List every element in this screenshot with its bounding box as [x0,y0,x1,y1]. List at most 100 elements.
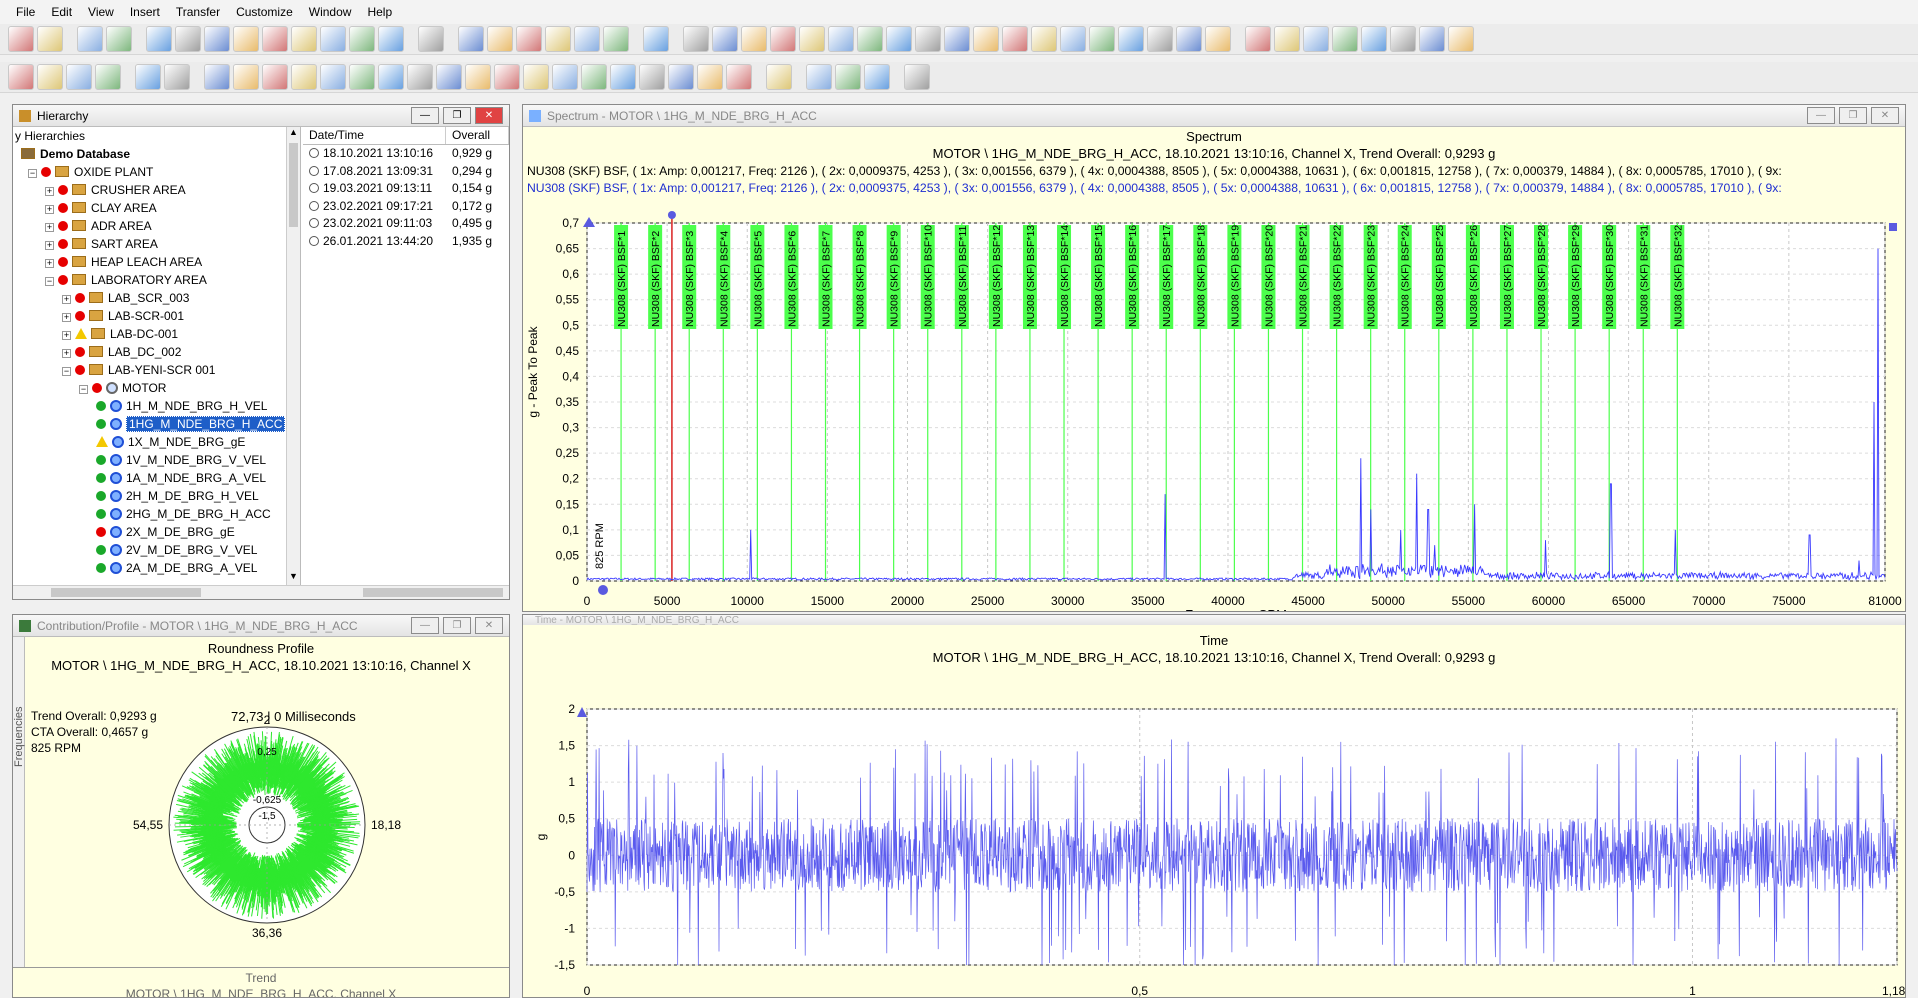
toolbar-button[interactable] [407,64,433,90]
toolbar-button[interactable] [37,64,63,90]
tree-vertical-scrollbar[interactable]: ▲ ▼ [286,127,300,585]
tree-item[interactable]: 2H_M_DE_BRG_H_VEL [13,487,300,505]
expand-toggle-icon[interactable]: + [62,295,71,304]
tree-item[interactable]: 2HG_M_DE_BRG_H_ACC [13,505,300,523]
roundness-plot-area[interactable]: Frequencies Roundness Profile MOTOR \ 1H… [13,637,509,997]
toolbar-button[interactable] [944,26,970,52]
toolbar-button[interactable] [37,26,63,52]
tree-database[interactable]: Demo Database [13,145,300,163]
tree-root[interactable]: y Hierarchies [13,127,300,145]
toolbar-button[interactable] [799,26,825,52]
menu-edit[interactable]: Edit [43,5,80,19]
toolbar-button[interactable] [610,64,636,90]
measurement-row[interactable]: 23.02.2021 09:11:03 0,495 g [303,215,509,233]
toolbar-button[interactable] [1176,26,1202,52]
tree-item[interactable]: + HEAP LEACH AREA [13,253,300,271]
time-plot-area[interactable]: Time MOTOR \ 1HG_M_NDE_BRG_H_ACC, 18.10.2… [523,625,1905,997]
toolbar-button[interactable] [639,64,665,90]
toolbar-button[interactable] [857,26,883,52]
toolbar-button[interactable] [487,26,513,52]
tree-item[interactable]: + LAB-DC-001 [13,325,300,343]
menu-file[interactable]: File [8,5,43,19]
toolbar-button[interactable] [712,26,738,52]
expand-toggle-icon[interactable]: + [62,313,71,322]
toolbar-button[interactable] [378,64,404,90]
toolbar-button[interactable] [1205,26,1231,52]
expand-toggle-icon[interactable]: + [45,241,54,250]
toolbar-button[interactable] [603,26,629,52]
hierarchy-horizontal-scrollbar[interactable] [13,585,509,599]
measurement-row[interactable]: 18.10.2021 13:10:16 0,929 g [303,145,509,163]
menu-help[interactable]: Help [359,5,400,19]
toolbar-button[interactable] [291,26,317,52]
column-datetime[interactable]: Date/Time [303,127,446,144]
tree-item[interactable]: − LAB-YENI-SCR 001 [13,361,300,379]
toolbar-button[interactable] [164,64,190,90]
toolbar-button[interactable] [741,26,767,52]
minimize-button[interactable]: — [411,107,439,124]
tree-item[interactable]: − MOTOR [13,379,300,397]
tree-item[interactable]: − OXIDE PLANT [13,163,300,181]
toolbar-button[interactable] [106,26,132,52]
menu-customize[interactable]: Customize [228,5,301,19]
toolbar-button[interactable] [643,26,669,52]
tree-item[interactable]: + CRUSHER AREA [13,181,300,199]
toolbar-button[interactable] [1448,26,1474,52]
expand-toggle-icon[interactable]: − [79,385,88,394]
toolbar-button[interactable] [494,64,520,90]
toolbar-button[interactable] [66,64,92,90]
toolbar-button[interactable] [835,64,861,90]
menu-transfer[interactable]: Transfer [168,5,228,19]
toolbar-button[interactable] [1419,26,1445,52]
toolbar-button[interactable] [262,26,288,52]
toolbar-button[interactable] [320,64,346,90]
toolbar-button[interactable] [574,26,600,52]
toolbar-button[interactable] [465,64,491,90]
measurement-row[interactable]: 23.02.2021 09:17:21 0,172 g [303,198,509,216]
close-button[interactable]: ✕ [475,107,503,124]
toolbar-button[interactable] [1361,26,1387,52]
restore-button[interactable]: ❐ [443,617,471,634]
expand-toggle-icon[interactable]: + [45,187,54,196]
expand-toggle-icon[interactable]: + [45,205,54,214]
toolbar-button[interactable] [668,64,694,90]
tree-item[interactable]: 2V_M_DE_BRG_V_VEL [13,541,300,559]
measurement-row[interactable]: 19.03.2021 09:13:11 0,154 g [303,180,509,198]
expand-toggle-icon[interactable]: + [62,331,71,340]
toolbar-button[interactable] [1303,26,1329,52]
menu-insert[interactable]: Insert [122,5,168,19]
toolbar-button[interactable] [828,26,854,52]
expand-toggle-icon[interactable]: + [62,349,71,358]
tree-item[interactable]: + LAB-SCR-001 [13,307,300,325]
toolbar-button[interactable] [175,26,201,52]
expand-toggle-icon[interactable]: − [62,367,71,376]
toolbar-button[interactable] [1031,26,1057,52]
toolbar-button[interactable] [95,64,121,90]
toolbar-button[interactable] [726,64,752,90]
toolbar-button[interactable] [378,26,404,52]
toolbar-button[interactable] [204,64,230,90]
toolbar-button[interactable] [915,26,941,52]
toolbar-button[interactable] [552,64,578,90]
toolbar-button[interactable] [233,64,259,90]
toolbar-button[interactable] [1332,26,1358,52]
expand-toggle-icon[interactable]: + [45,259,54,268]
roundness-polar-chart[interactable]: 2 36,36 54,55 18,18 0,25 -0,625 -1,5 [13,637,509,967]
measurement-row[interactable]: 26.01.2021 13:44:20 1,935 g [303,233,509,251]
tree-item[interactable]: 2A_M_DE_BRG_A_VEL [13,559,300,577]
tree-item[interactable]: 1X_M_NDE_BRG_gE [13,433,300,451]
toolbar-button[interactable] [683,26,709,52]
toolbar-button[interactable] [1390,26,1416,52]
spectrum-chart[interactable]: Spectrum MOTOR \ 1HG_M_NDE_BRG_H_ACC, 18.… [523,127,1905,611]
minimize-button[interactable]: — [411,617,439,634]
toolbar-button[interactable] [146,26,172,52]
toolbar-button[interactable] [1245,26,1271,52]
toolbar-button[interactable] [204,26,230,52]
toolbar-button[interactable] [436,64,462,90]
toolbar-button[interactable] [349,64,375,90]
toolbar-button[interactable] [545,26,571,52]
restore-button[interactable]: ❐ [1839,107,1867,124]
tree-item[interactable]: 1A_M_NDE_BRG_A_VEL [13,469,300,487]
toolbar-button[interactable] [349,26,375,52]
toolbar-button[interactable] [523,64,549,90]
